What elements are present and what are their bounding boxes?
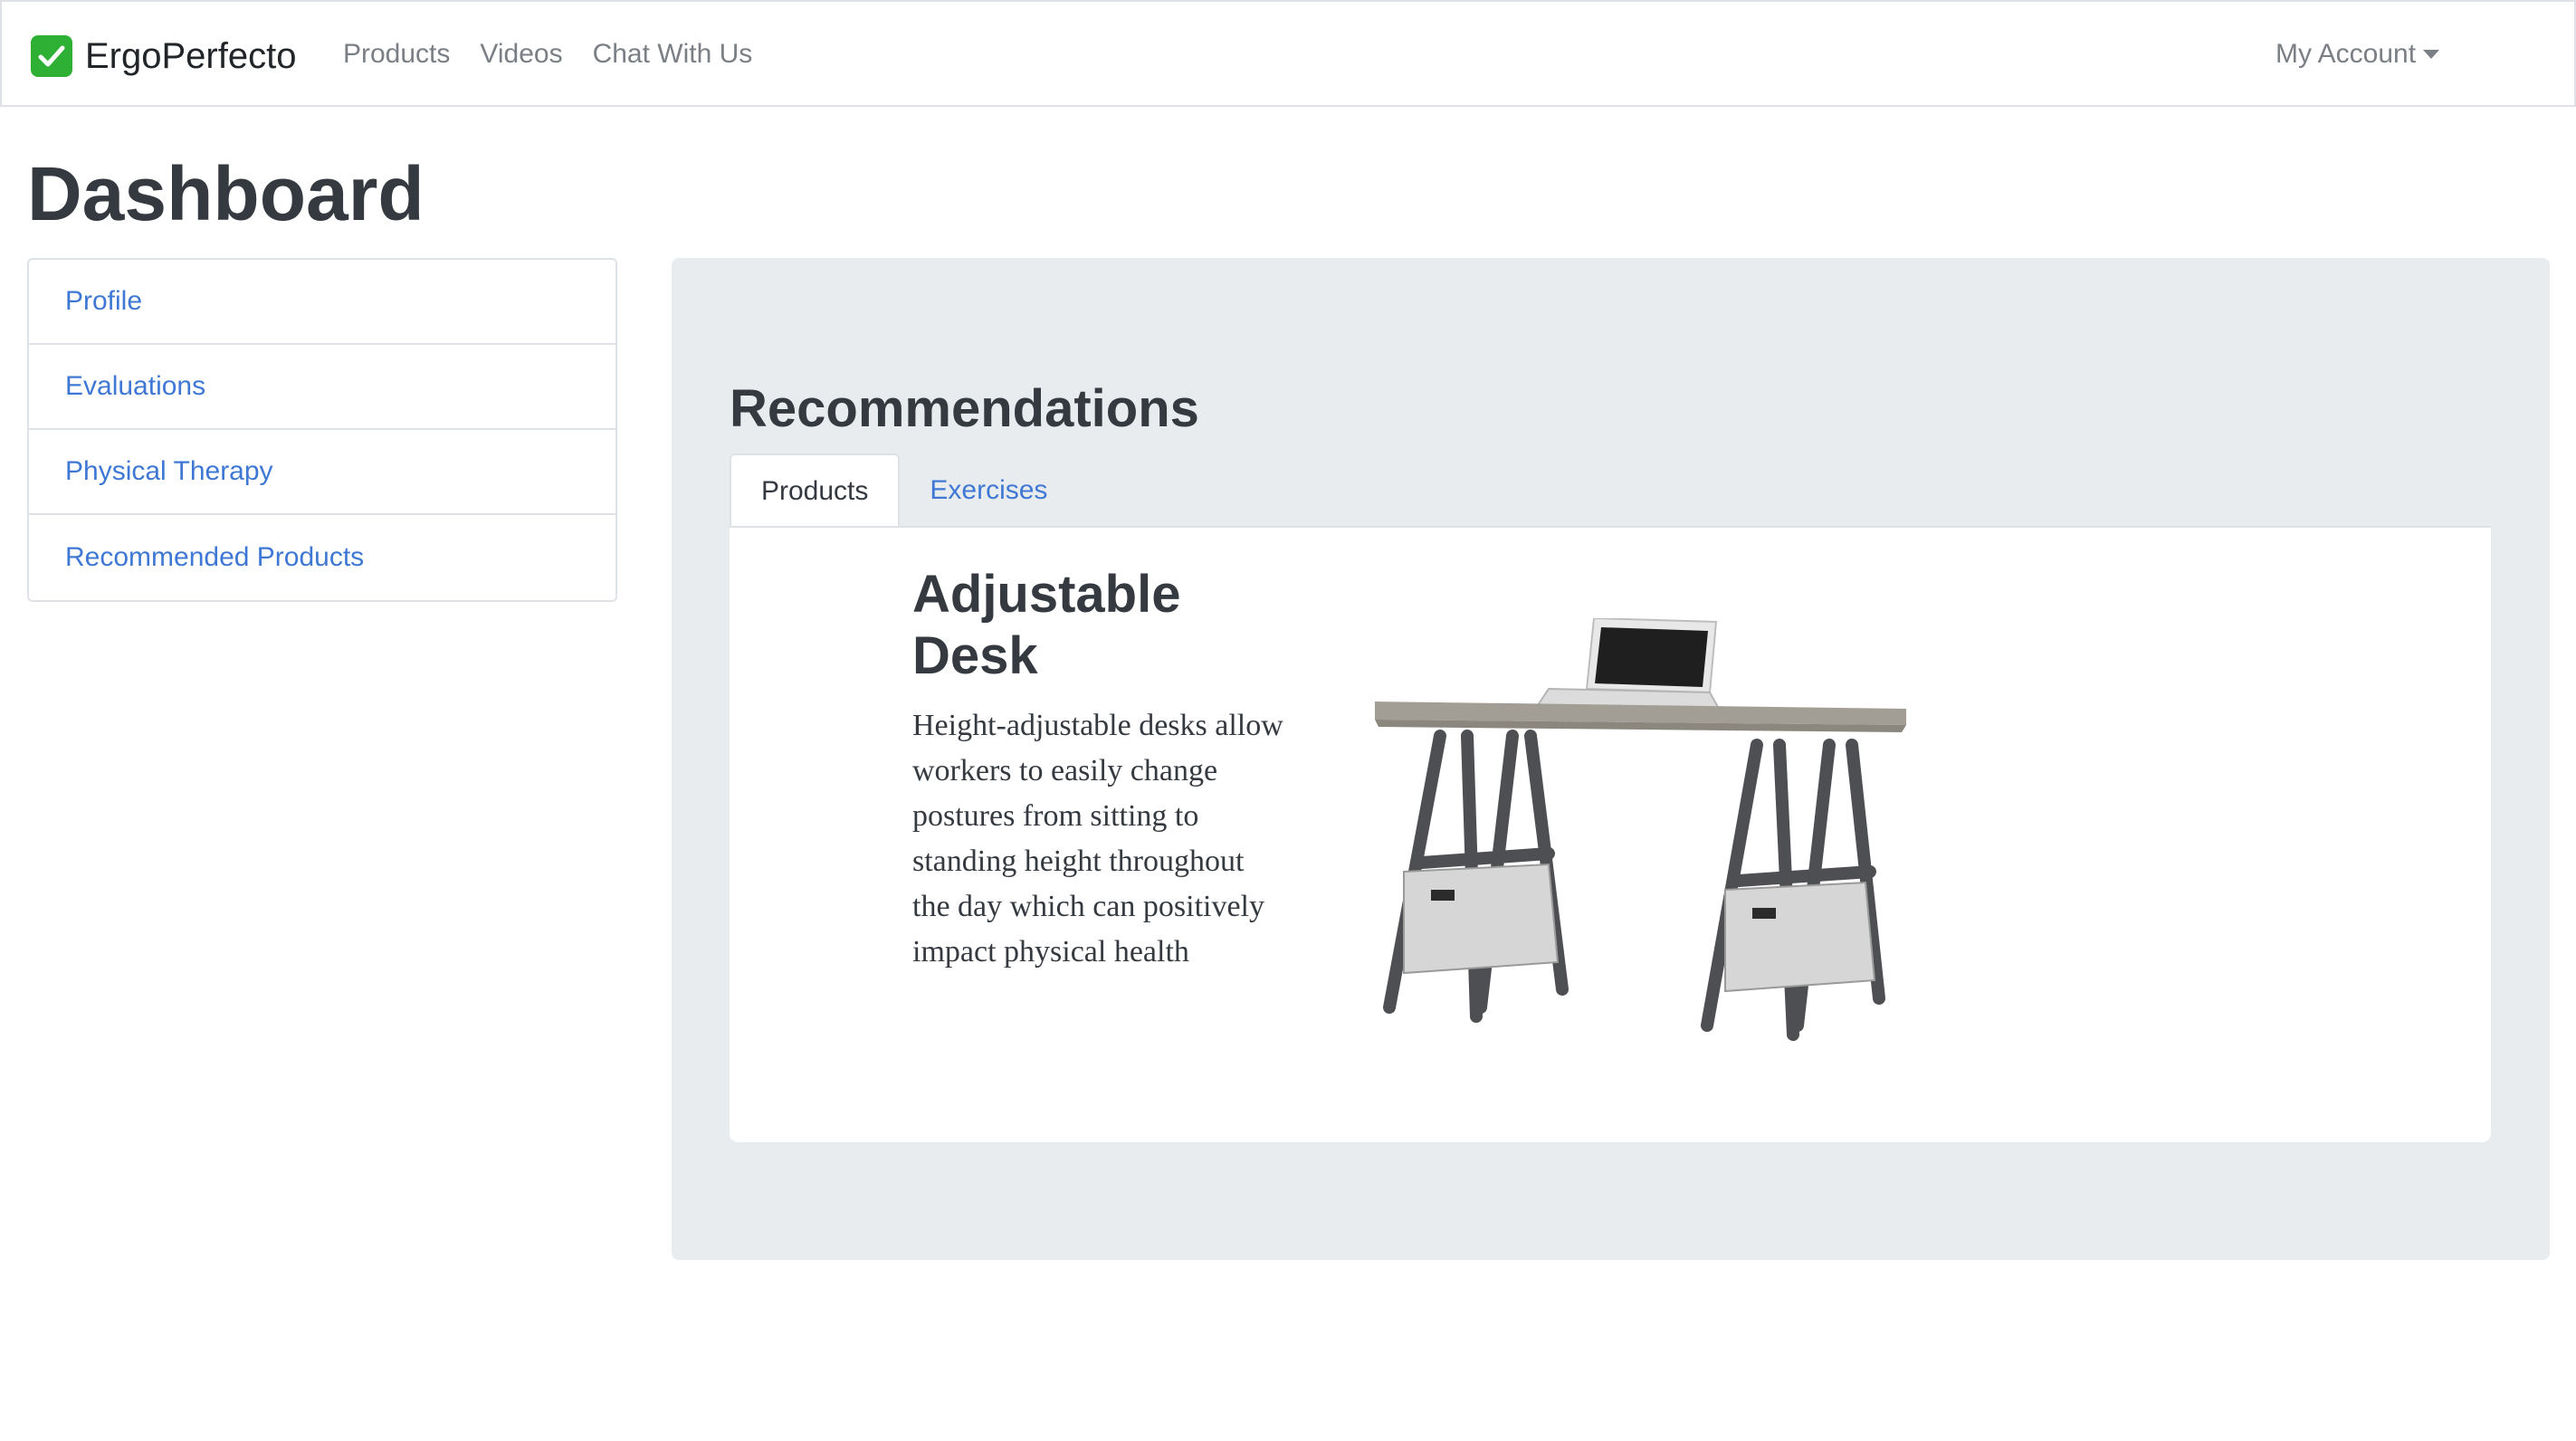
check-mark-icon <box>31 35 72 77</box>
top-navbar: ErgoPerfecto Products Videos Chat With U… <box>0 0 2576 107</box>
product-name: Adjustable Desk <box>912 565 1181 685</box>
brand-name: ErgoPerfecto <box>85 36 297 76</box>
recommendations-title: Recommendations <box>730 379 1199 438</box>
recommendation-tabs: Products Exercises <box>730 453 1077 528</box>
sidebar-menu: Profile Evaluations Physical Therapy Rec… <box>27 258 617 602</box>
products-tab-panel: Adjustable Desk Height-adjustable desks … <box>730 526 2491 1142</box>
sidebar-item-label: Profile <box>65 286 143 316</box>
product-description: Height-adjustable desks allow workers to… <box>912 709 1283 969</box>
sidebar-item-physical-therapy[interactable]: Physical Therapy <box>29 430 615 515</box>
recommendations-panel: Recommendations Products Exercises Adjus… <box>672 258 2550 1260</box>
nav-links: Products Videos Chat With Us <box>343 36 782 72</box>
sidebar-item-evaluations[interactable]: Evaluations <box>29 345 615 430</box>
brand-link[interactable]: ErgoPerfecto <box>31 29 296 83</box>
nav-link-videos[interactable]: Videos <box>480 36 562 72</box>
page-title: Dashboard <box>27 151 425 236</box>
adjustable-desk-image <box>1368 616 1911 1044</box>
my-account-dropdown[interactable]: My Account <box>2275 36 2440 72</box>
nav-link-products[interactable]: Products <box>343 36 450 72</box>
sidebar-item-recommended-products[interactable]: Recommended Products <box>29 515 615 600</box>
sidebar-item-profile[interactable]: Profile <box>29 260 615 345</box>
sidebar-item-label: Recommended Products <box>65 542 365 572</box>
sidebar-item-label: Evaluations <box>65 371 206 401</box>
sidebar-item-label: Physical Therapy <box>65 456 273 486</box>
tab-exercises[interactable]: Exercises <box>900 453 1077 528</box>
tab-products[interactable]: Products <box>730 453 901 528</box>
caret-down-icon <box>2423 50 2440 59</box>
nav-link-chat[interactable]: Chat With Us <box>593 36 753 72</box>
my-account-label: My Account <box>2275 39 2417 69</box>
